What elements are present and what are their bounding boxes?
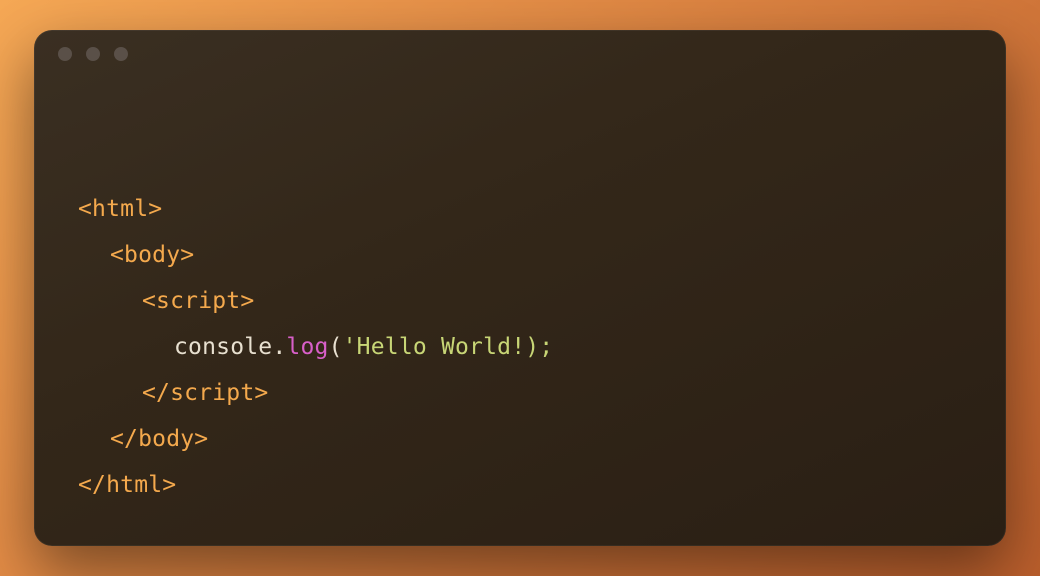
- paren-open: (: [329, 334, 343, 360]
- code-line: <body>: [78, 232, 1006, 278]
- body-close-tag: </body>: [110, 426, 208, 452]
- script-open-tag: <script>: [142, 288, 254, 314]
- code-line: console.log('Hello World!);: [78, 324, 1006, 370]
- editor-window: <html> <body> <script> console.log('Hell…: [34, 30, 1006, 546]
- script-close-tag: </script>: [142, 380, 268, 406]
- code-line: </html>: [78, 462, 1006, 508]
- html-open-tag: <html>: [78, 196, 162, 222]
- code-line: <script>: [78, 278, 1006, 324]
- code-line: </body>: [78, 416, 1006, 462]
- html-close-tag: </html>: [78, 472, 176, 498]
- code-line: <html>: [78, 186, 1006, 232]
- window-titlebar: [34, 30, 1006, 78]
- minimize-icon[interactable]: [86, 47, 100, 61]
- console-object: console: [174, 334, 272, 360]
- dot-operator: .: [272, 334, 286, 360]
- string-literal: 'Hello World!);: [343, 334, 554, 360]
- code-line: </script>: [78, 370, 1006, 416]
- body-open-tag: <body>: [110, 242, 194, 268]
- close-icon[interactable]: [58, 47, 72, 61]
- maximize-icon[interactable]: [114, 47, 128, 61]
- log-method: log: [286, 334, 328, 360]
- code-editor[interactable]: <html> <body> <script> console.log('Hell…: [34, 78, 1006, 508]
